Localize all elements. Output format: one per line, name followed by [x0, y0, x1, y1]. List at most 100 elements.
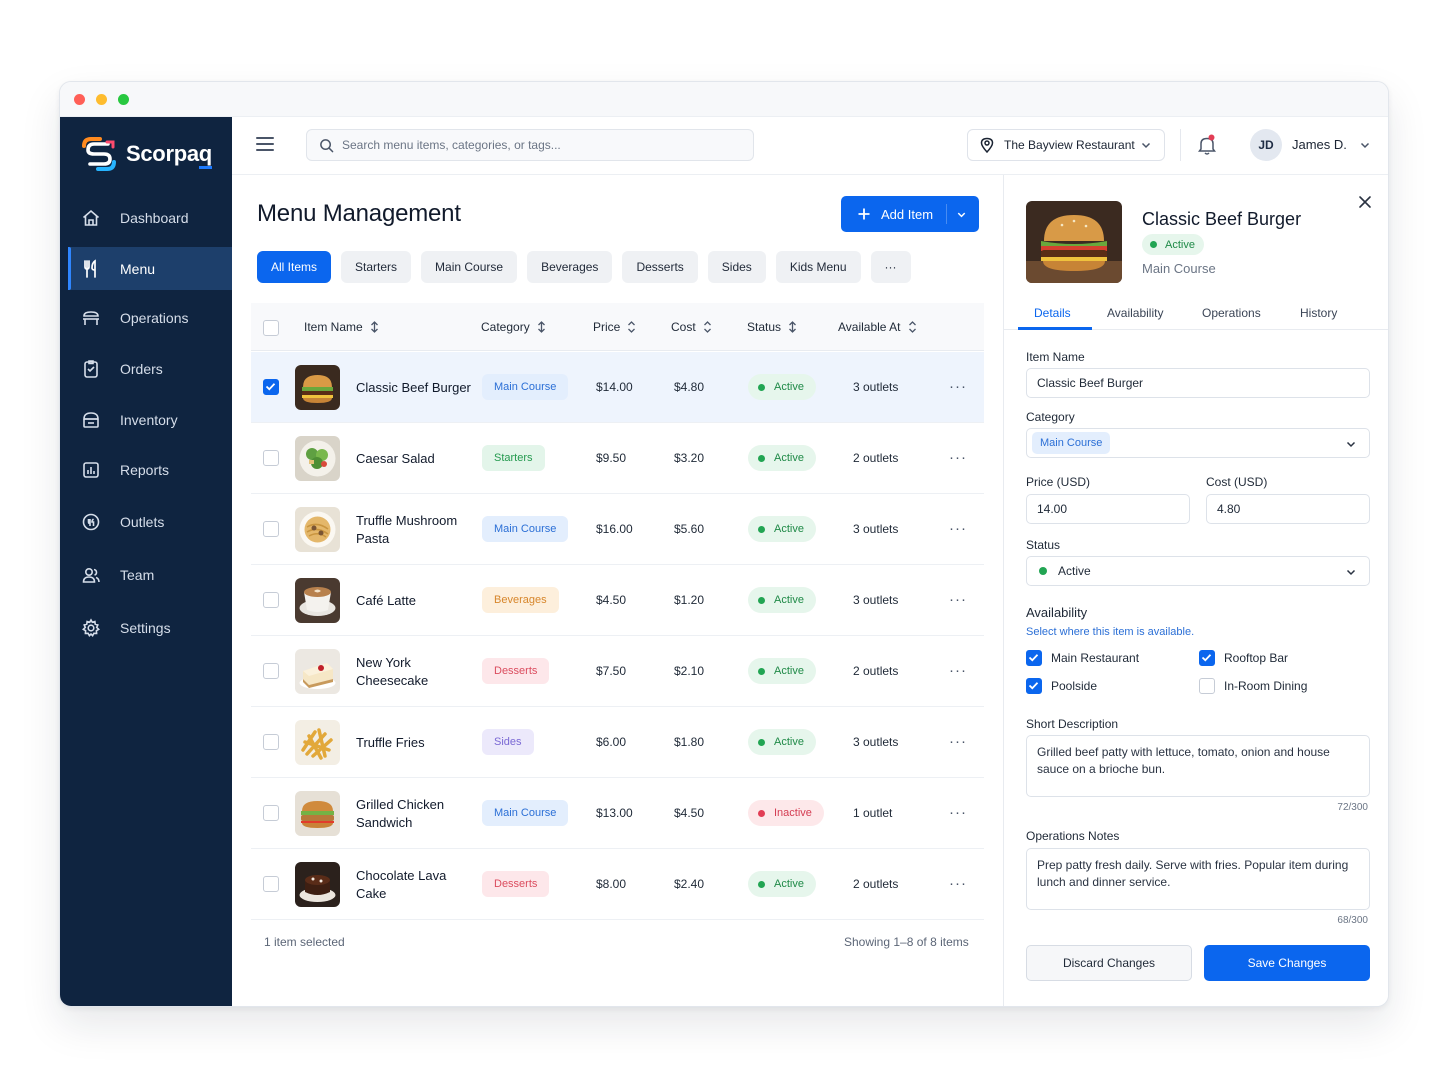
row-checkbox[interactable] [263, 805, 279, 821]
location-rooftop-bar[interactable]: Rooftop Bar [1199, 650, 1288, 666]
category-select[interactable]: Main Course [1026, 428, 1370, 458]
sort-icon [628, 321, 636, 333]
close-window-button[interactable] [74, 94, 85, 105]
search-input[interactable] [342, 138, 742, 152]
close-icon[interactable] [1358, 195, 1372, 209]
sidebar-item-dashboard[interactable]: Dashboard [68, 196, 232, 239]
row-more-actions-icon[interactable]: ··· [949, 875, 967, 892]
tab-availability[interactable]: Availability [1107, 306, 1163, 320]
column-header-available-at[interactable]: Available At [838, 320, 917, 334]
column-header-status[interactable]: Status [747, 320, 797, 334]
table-row[interactable]: Grilled Chicken Sandwich Main Course $13… [251, 778, 984, 849]
location-main-restaurant[interactable]: Main Restaurant [1026, 650, 1139, 666]
tab-history[interactable]: History [1300, 306, 1337, 320]
maximize-window-button[interactable] [118, 94, 129, 105]
discard-changes-button[interactable]: Discard Changes [1026, 945, 1192, 981]
sidebar-item-inventory[interactable]: Inventory [68, 398, 232, 441]
status-label: Status [1026, 538, 1061, 552]
row-checkbox[interactable] [263, 450, 279, 466]
status-label: Inactive [774, 807, 812, 819]
operations-notes-field[interactable]: Prep patty fresh daily. Serve with fries… [1026, 848, 1370, 910]
table-row[interactable]: Caesar Salad Starters $9.50 $3.20 Active… [251, 423, 984, 494]
hamburger-menu-icon[interactable] [256, 137, 274, 151]
row-checkbox[interactable] [263, 379, 279, 395]
minimize-window-button[interactable] [96, 94, 107, 105]
column-header-cost[interactable]: Cost [671, 320, 712, 334]
row-more-actions-icon[interactable]: ··· [949, 520, 967, 537]
row-more-actions-icon[interactable]: ··· [949, 733, 967, 750]
sidebar-item-orders[interactable]: Orders [68, 347, 232, 390]
row-more-actions-icon[interactable]: ··· [949, 449, 967, 466]
row-more-actions-icon[interactable]: ··· [949, 804, 967, 821]
column-header-category[interactable]: Category [481, 320, 546, 334]
tab-details[interactable]: Details [1034, 306, 1071, 320]
row-checkbox[interactable] [263, 521, 279, 537]
tab-operations[interactable]: Operations [1202, 306, 1261, 320]
chevron-down-icon[interactable] [1359, 139, 1371, 151]
location-in-room-dining[interactable]: In-Room Dining [1199, 678, 1307, 694]
sidebar-item-settings[interactable]: Settings [68, 606, 232, 649]
add-item-button[interactable]: Add Item [841, 196, 979, 232]
table-row[interactable]: Chocolate Lava Cake Desserts $8.00 $2.40… [251, 849, 984, 920]
item-availability: 1 outlet [853, 806, 893, 820]
checkbox[interactable] [1199, 650, 1215, 666]
sidebar-item-menu[interactable]: Menu [68, 247, 232, 290]
sidebar-item-operations[interactable]: Operations [68, 296, 232, 339]
checkbox[interactable] [1199, 678, 1215, 694]
filter-starters[interactable]: Starters [341, 251, 412, 283]
table-row[interactable]: Café Latte Beverages $4.50 $1.20 Active … [251, 565, 984, 636]
table-row[interactable]: Truffle Mushroom Pasta Main Course $16.0… [251, 494, 984, 565]
short-description-field[interactable]: Grilled beef patty with lettuce, tomato,… [1026, 735, 1370, 797]
item-photo [1026, 201, 1122, 283]
location-label: In-Room Dining [1224, 679, 1308, 693]
user-name[interactable]: James D. [1292, 137, 1347, 152]
table-row[interactable]: Truffle Fries Sides $6.00 $1.80 Active 3… [251, 707, 984, 778]
search-box[interactable] [306, 129, 754, 161]
more-filters-button[interactable]: ··· [870, 251, 911, 283]
category-pill: Main Course [1032, 432, 1111, 454]
active-tab-indicator [1018, 327, 1092, 330]
category-badge: Main Course [482, 800, 569, 826]
category-badge: Beverages [482, 587, 559, 613]
location-poolside[interactable]: Poolside [1026, 678, 1097, 694]
row-more-actions-icon[interactable]: ··· [949, 591, 967, 608]
row-more-actions-icon[interactable]: ··· [949, 662, 967, 679]
brand-logo[interactable]: Scorpaq [80, 136, 212, 172]
status-badge: Inactive [748, 800, 824, 826]
price-field[interactable]: 14.00 [1026, 494, 1190, 524]
item-cost: $2.10 [674, 664, 705, 678]
filter-beverages[interactable]: Beverages [527, 251, 613, 283]
sidebar-item-outlets[interactable]: Outlets [68, 500, 232, 543]
notifications-button[interactable] [1197, 134, 1217, 161]
sidebar: Scorpaq Dashboard Menu Operations Orders… [60, 117, 232, 1006]
row-checkbox[interactable] [263, 592, 279, 608]
row-more-actions-icon[interactable]: ··· [949, 378, 967, 395]
sidebar-item-reports[interactable]: Reports [68, 448, 232, 491]
top-bar: The Bayview Restaurant JD James D. [232, 117, 1388, 175]
restaurant-selector[interactable]: The Bayview Restaurant [967, 129, 1165, 161]
checkbox[interactable] [1026, 650, 1042, 666]
chevron-down-icon[interactable] [956, 209, 967, 220]
cost-field[interactable]: 4.80 [1206, 494, 1370, 524]
filter-kids-menu[interactable]: Kids Menu [775, 251, 861, 283]
save-changes-button[interactable]: Save Changes [1204, 945, 1370, 981]
column-header-price[interactable]: Price [593, 320, 636, 334]
filter-sides[interactable]: Sides [707, 251, 766, 283]
table-row[interactable]: Classic Beef Burger Main Course $14.00 $… [251, 352, 984, 423]
row-checkbox[interactable] [263, 734, 279, 750]
status-select[interactable]: Active [1026, 556, 1370, 586]
sidebar-item-team[interactable]: Team [68, 553, 232, 596]
filter-main-course[interactable]: Main Course [421, 251, 518, 283]
avatar[interactable]: JD [1250, 129, 1282, 161]
item-name-field[interactable]: Classic Beef Burger [1026, 368, 1370, 398]
sidebar-item-label: Outlets [120, 513, 165, 530]
filter-desserts[interactable]: Desserts [622, 251, 698, 283]
checkbox[interactable] [1026, 678, 1042, 694]
status-badge: Active [748, 587, 816, 613]
row-checkbox[interactable] [263, 876, 279, 892]
column-header-item-name[interactable]: Item Name [304, 320, 379, 334]
filter-all-items[interactable]: All Items [257, 251, 332, 283]
table-row[interactable]: New York Cheesecake Desserts $7.50 $2.10… [251, 636, 984, 707]
row-checkbox[interactable] [263, 663, 279, 679]
select-all-checkbox[interactable] [263, 320, 279, 336]
